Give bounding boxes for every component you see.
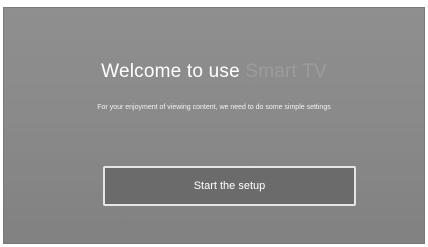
- welcome-title-prefix: Welcome to use: [101, 61, 240, 82]
- start-setup-button[interactable]: Start the setup: [103, 166, 356, 206]
- welcome-title-brand: Smart TV: [245, 61, 327, 82]
- welcome-title: Welcome to use Smart TV: [3, 61, 425, 83]
- welcome-screen: Welcome to use Smart TV For your enjoyme…: [3, 7, 425, 244]
- welcome-subtitle: For your enjoyment of viewing content, w…: [97, 104, 331, 111]
